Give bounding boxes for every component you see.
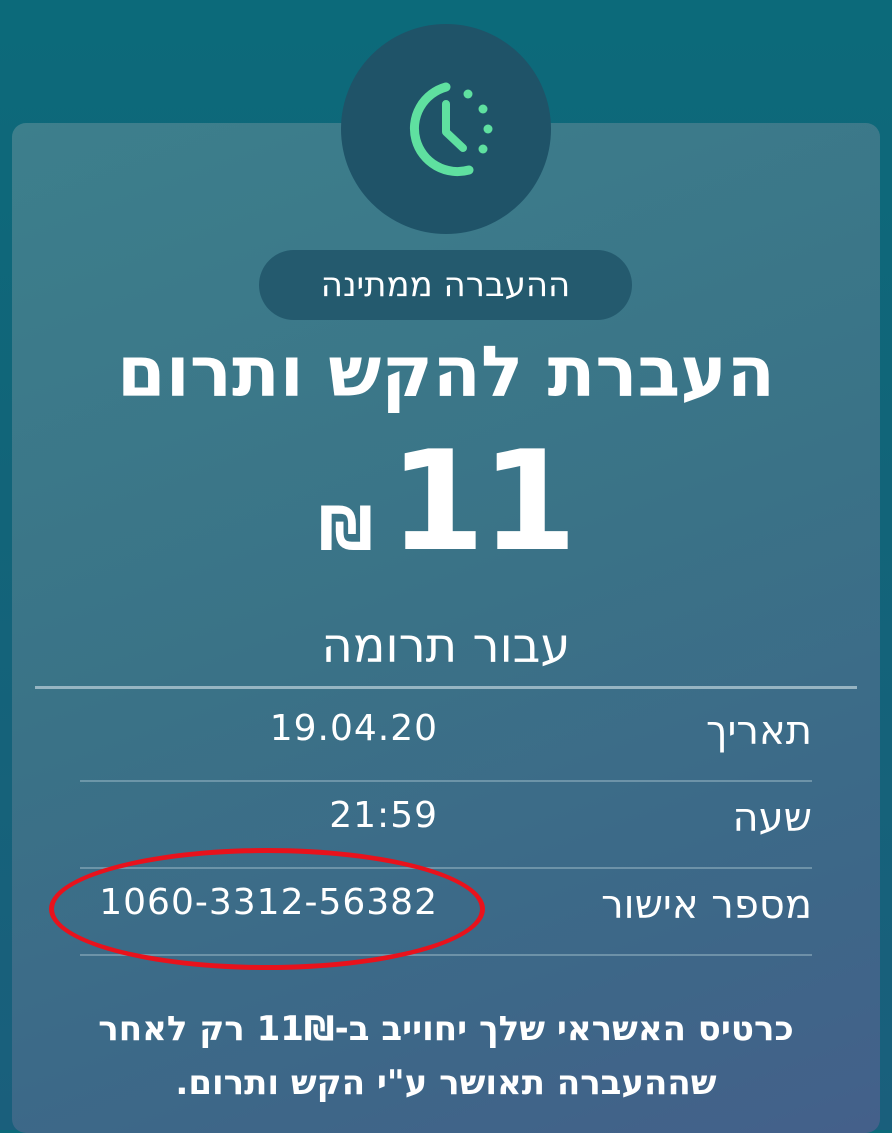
clock-pending-icon [409, 82, 493, 177]
time-value: 21:59 [329, 795, 438, 836]
date-label: תאריך [705, 708, 812, 754]
footer-note-line-2: שההעברה תאושר ע"י הקש ותרום. [175, 1063, 717, 1103]
footer-note-line-1: כרטיס האשראי שלך יחוייב ב-11₪ רק לאחר [98, 1009, 794, 1049]
footer-note: כרטיס האשראי שלך יחוייב ב-11₪ רק לאחר שה… [40, 1002, 852, 1110]
confirmation-label: מספר אישור [601, 882, 812, 928]
status-icon-circle [341, 24, 551, 234]
confirmation-highlight-annotation [49, 848, 485, 970]
page-title: העברת להקש ותרום [117, 331, 775, 413]
detail-row-date: תאריך 19.04.20 [80, 692, 812, 782]
amount-value: 11 [389, 421, 577, 582]
date-value: 19.04.20 [269, 708, 438, 749]
status-badge: ההעברה ממתינה [259, 250, 632, 320]
transfer-purpose: עבור תרומה [321, 618, 571, 674]
status-label: ההעברה ממתינה [320, 265, 571, 305]
divider [35, 686, 857, 689]
time-label: שעה [732, 795, 812, 841]
amount-display: ₪ 11 [0, 432, 892, 572]
currency-symbol: ₪ [318, 494, 374, 564]
